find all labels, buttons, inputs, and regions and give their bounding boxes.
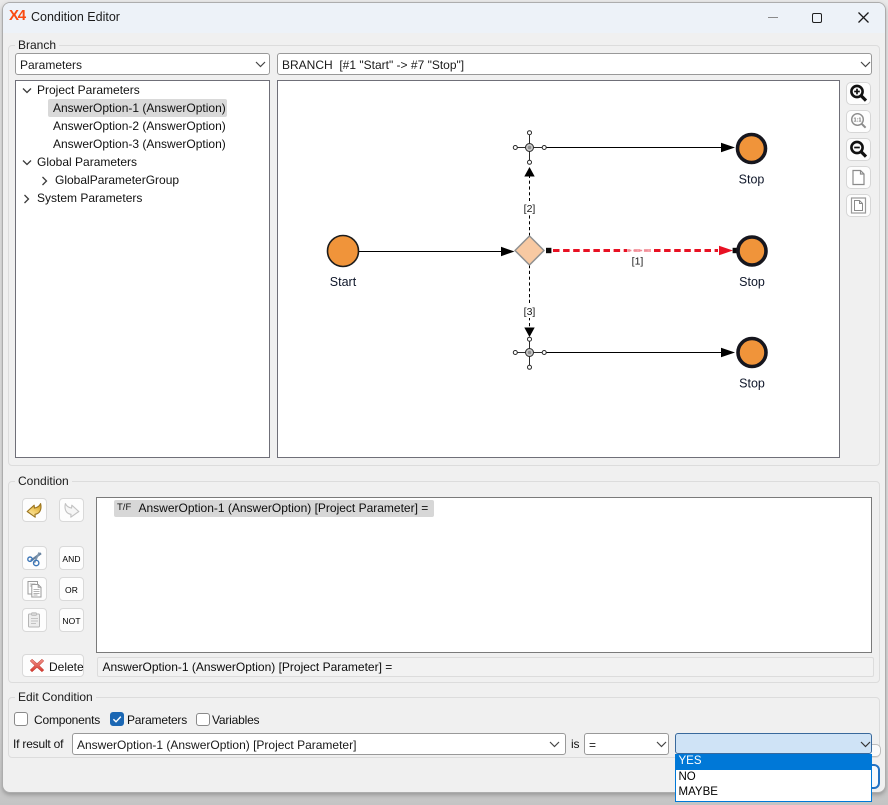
svg-text:[3]: [3] xyxy=(524,306,536,318)
svg-text:[2]: [2] xyxy=(524,203,536,215)
svg-text:1:1: 1:1 xyxy=(853,118,861,124)
svg-text:Stop: Stop xyxy=(739,275,765,289)
svg-text:[1]: [1] xyxy=(632,256,644,268)
svg-text:Stop: Stop xyxy=(739,173,765,187)
svg-text:Stop: Stop xyxy=(739,377,765,391)
svg-text:Start: Start xyxy=(330,275,357,289)
